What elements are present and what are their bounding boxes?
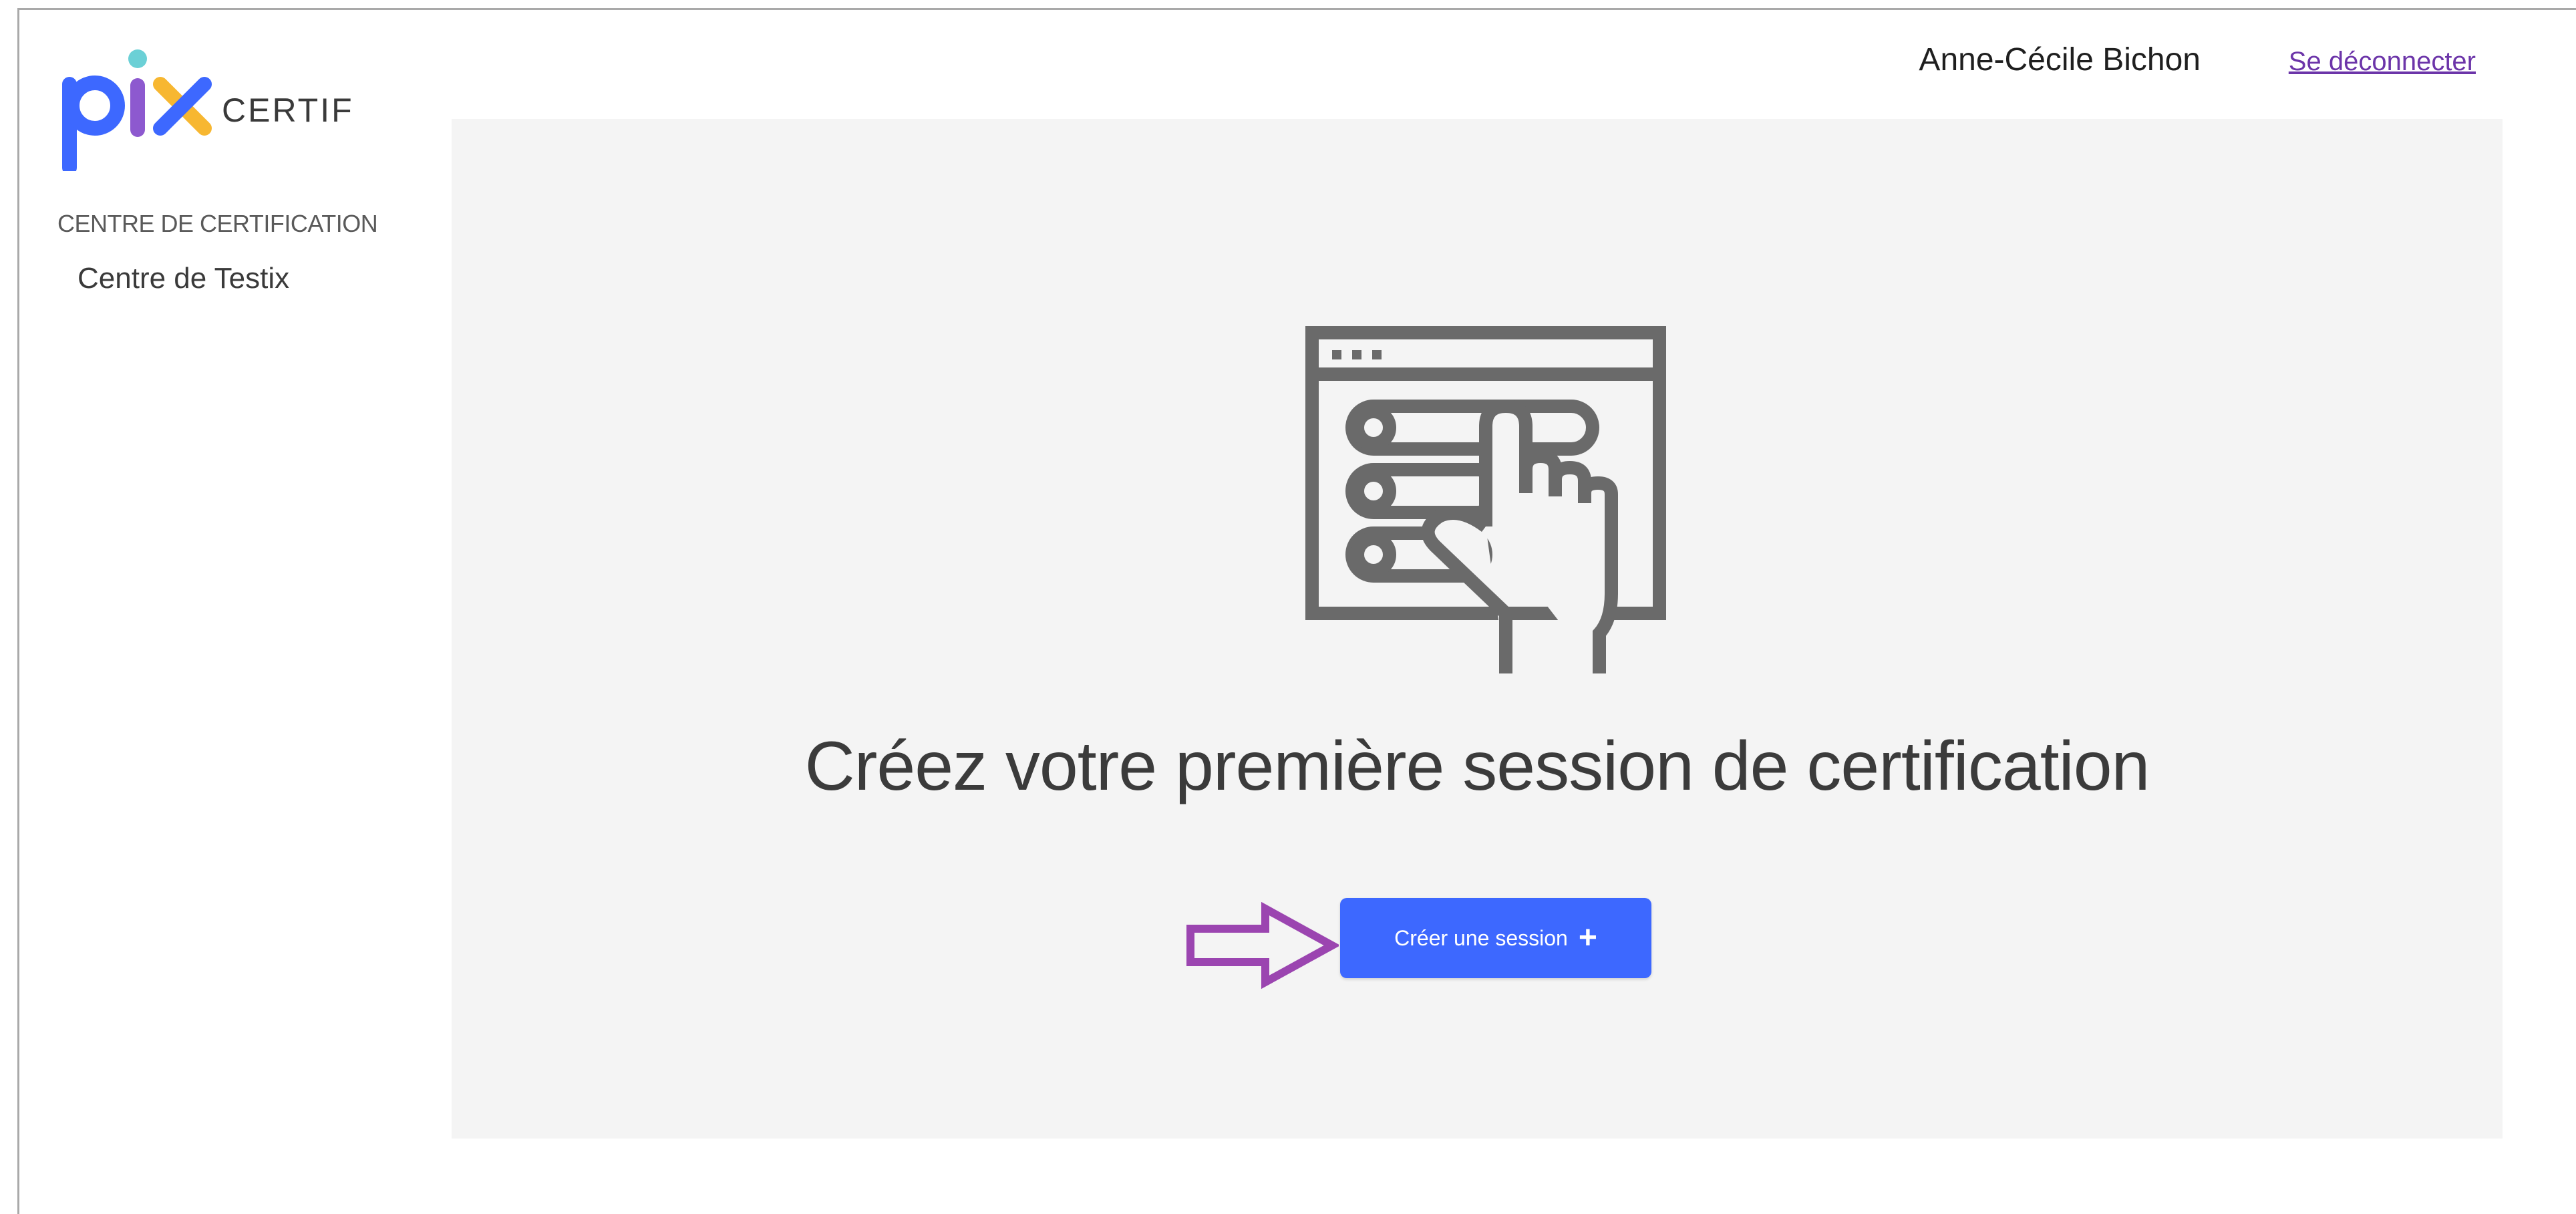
user-name: Anne-Cécile Bichon — [1919, 42, 2201, 78]
create-session-label: Créer une session — [1394, 925, 1568, 950]
logo-mark-icon: CERTIF — [62, 49, 354, 175]
empty-state-title: Créez votre première session de certific… — [804, 728, 2150, 805]
plus-icon: + — [1578, 920, 1597, 955]
logo-suffix: CERTIF — [222, 92, 354, 129]
centre-name: Centre de Testix — [77, 262, 290, 295]
arrow-right-outline-icon — [1185, 901, 1341, 990]
logout-link[interactable]: Se déconnecter — [2289, 47, 2476, 77]
sessions-empty-state: Créez votre première session de certific… — [452, 119, 2503, 1139]
centre-section-label: CENTRE DE CERTIFICATION — [57, 210, 378, 237]
touch-list-icon — [1305, 326, 1706, 687]
pix-certif-logo[interactable]: CERTIF — [56, 44, 363, 175]
create-session-button[interactable]: Créer une session + — [1340, 898, 1651, 978]
sidebar: CERTIF CENTRE DE CERTIFICATION Centre de… — [17, 8, 452, 1214]
